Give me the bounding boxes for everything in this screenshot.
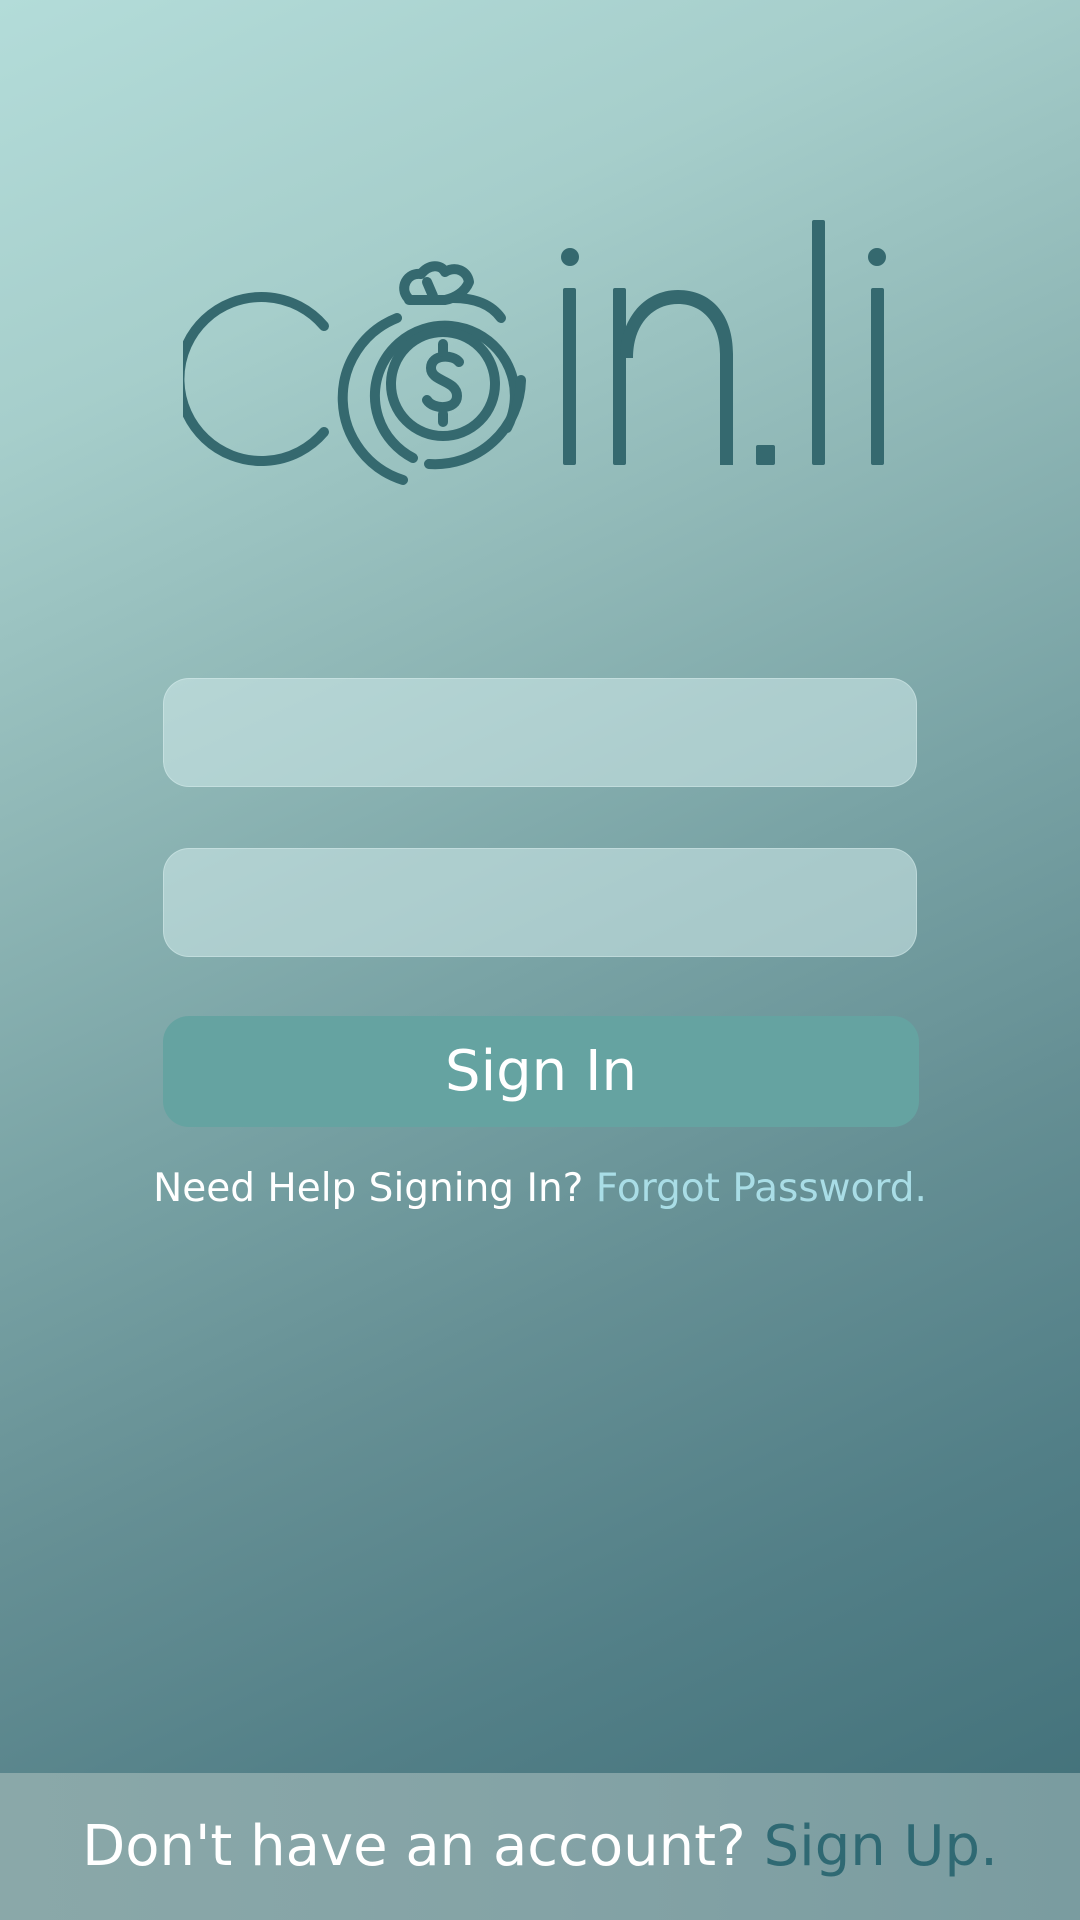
app-logo — [183, 220, 886, 485]
sign-up-link[interactable]: Sign Up. — [764, 1814, 998, 1879]
help-prompt: Need Help Signing In? — [153, 1166, 584, 1211]
sign-in-button[interactable]: Sign In — [163, 1016, 919, 1127]
signup-prompt: Don't have an account? — [82, 1814, 746, 1879]
signup-footer: Don't have an account? Sign Up. — [0, 1773, 1080, 1920]
password-field[interactable] — [163, 848, 917, 957]
username-field[interactable] — [163, 678, 917, 787]
password-input[interactable] — [164, 849, 916, 956]
forgot-password-link[interactable]: Forgot Password. — [596, 1166, 927, 1211]
help-line: Need Help Signing In? Forgot Password. — [0, 1166, 1080, 1211]
username-input[interactable] — [164, 679, 916, 786]
